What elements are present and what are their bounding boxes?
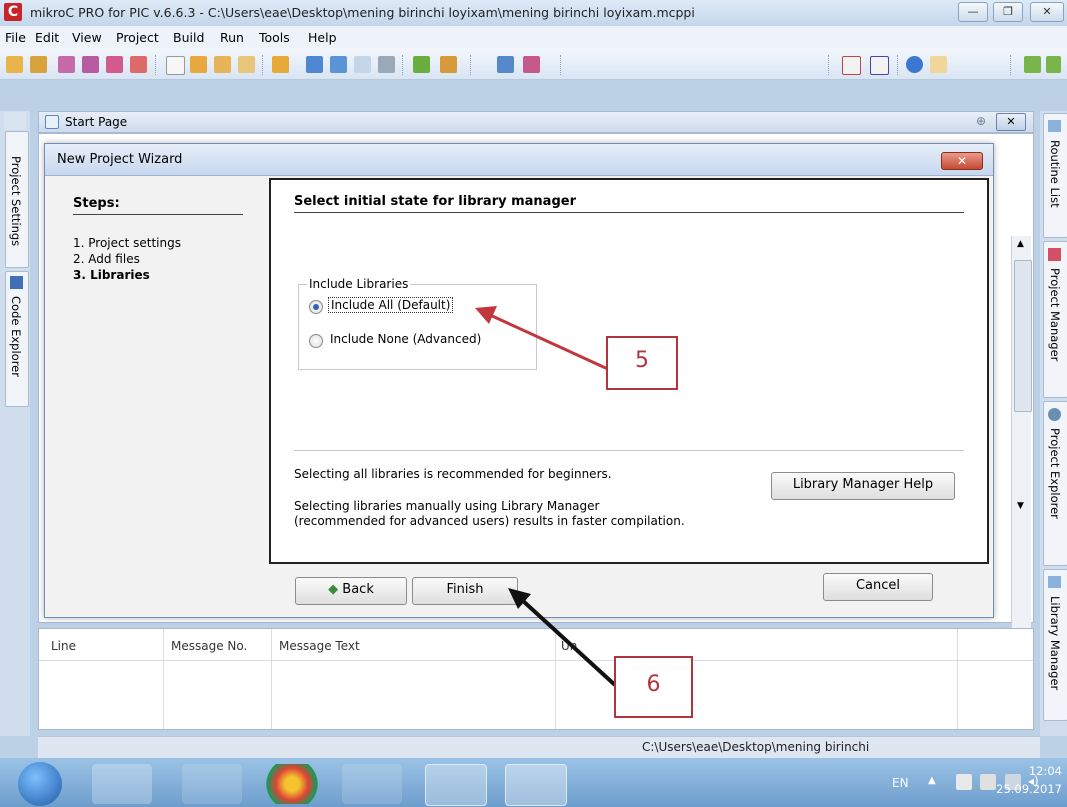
chrome-taskbar-icon[interactable]	[262, 764, 322, 804]
action-center-icon[interactable]	[956, 774, 972, 790]
start-button-icon[interactable]	[18, 762, 62, 806]
windows-taskbar: EN ▲ ◂) 12:04 25.09.2017	[0, 758, 1067, 807]
word-taskbar-icon[interactable]	[425, 764, 487, 806]
callout-5: 5	[606, 336, 678, 390]
annotation-arrows	[475, 306, 617, 687]
show-hidden-icons-icon[interactable]: ▲	[928, 775, 936, 786]
red-arrowhead	[475, 306, 497, 324]
callout-6: 6	[614, 656, 693, 718]
clock-date[interactable]: 25.09.2017	[984, 782, 1062, 796]
black-arrow-line	[520, 598, 617, 687]
red-arrow-line	[489, 313, 611, 372]
media-player-taskbar-icon[interactable]	[182, 764, 242, 804]
explorer-taskbar-icon[interactable]	[92, 764, 152, 804]
clock-time[interactable]: 12:04	[1012, 764, 1062, 778]
mikroc-taskbar-icon[interactable]	[505, 764, 567, 806]
language-indicator[interactable]: EN	[892, 776, 909, 790]
bowtie-app-taskbar-icon[interactable]	[342, 764, 402, 804]
